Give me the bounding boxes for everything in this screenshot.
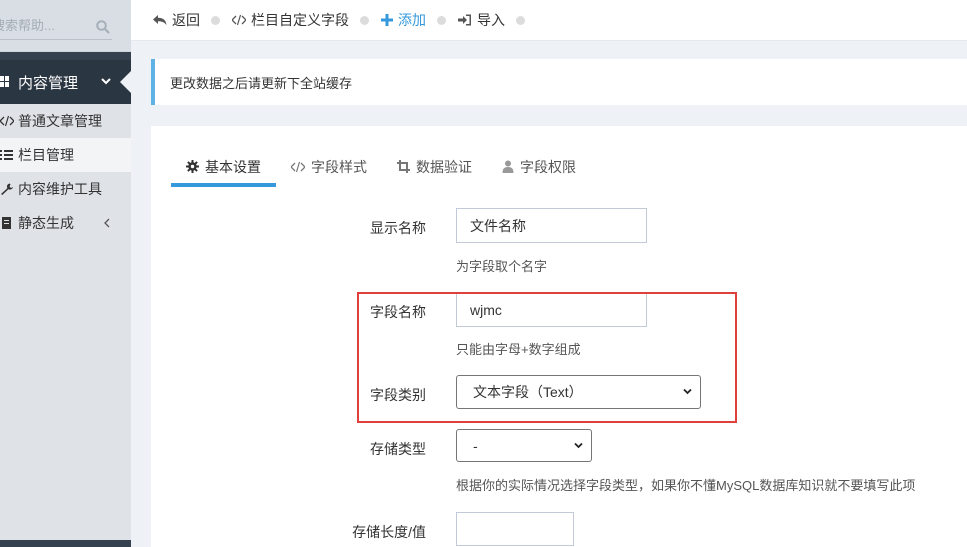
tab-data-validation[interactable]: 数据验证 [382, 146, 487, 187]
back-label: 返回 [172, 12, 200, 28]
tab-field-style[interactable]: 字段样式 [276, 146, 382, 187]
sidebar-item-articles[interactable]: 普通文章管理 [0, 104, 131, 138]
chevron-down-icon [574, 442, 583, 448]
toolbar: 返回 栏目自定义字段 添加 导入 [131, 0, 967, 41]
chevron-left-icon [104, 218, 110, 228]
gear-icon [186, 160, 199, 173]
sidebar-item-label: 普通文章管理 [18, 113, 102, 129]
sidebar-item-label: 栏目管理 [18, 147, 74, 163]
file-icon [2, 217, 11, 229]
storage-type-label: 存储类型 [370, 441, 426, 457]
sidebar-item-columns[interactable]: 栏目管理 [0, 138, 131, 172]
back-link[interactable]: 返回 [153, 10, 200, 30]
user-icon [502, 160, 514, 173]
tab-bar: 基本设置 字段样式 数据验证 字段权限 [171, 146, 591, 187]
custom-fields-label: 栏目自定义字段 [251, 12, 349, 28]
add-button[interactable]: 添加 [381, 10, 426, 30]
sidebar-item-maintenance[interactable]: 内容维护工具 [0, 172, 131, 206]
wrench-icon [1, 183, 13, 195]
tab-label: 字段权限 [520, 158, 576, 175]
display-name-help: 为字段取个名字 [456, 259, 548, 274]
import-label: 导入 [477, 12, 505, 28]
chevron-down-icon [101, 78, 111, 85]
code-icon [0, 115, 14, 127]
storage-length-input[interactable] [456, 512, 574, 546]
cache-notice: 更改数据之后请更新下全站缓存 [151, 59, 967, 105]
tab-label: 数据验证 [416, 158, 472, 175]
tab-field-permission[interactable]: 字段权限 [487, 146, 591, 187]
tab-basic-settings[interactable]: 基本设置 [171, 146, 276, 187]
separator-dot [211, 15, 220, 25]
separator-dot [516, 15, 525, 25]
highlight-box [357, 292, 737, 423]
plus-icon [381, 14, 393, 26]
notice-text: 更改数据之后请更新下全站缓存 [170, 75, 353, 91]
menu-content-management[interactable]: 内容管理 [0, 60, 131, 104]
storage-length-label: 存储长度/值 [352, 524, 426, 540]
storage-type-help: 根据你的实际情况选择字段类型，如果你不懂MySQL数据库知识就不要填写此项 [456, 478, 916, 493]
separator-dot [360, 15, 369, 25]
display-name-input[interactable]: 文件名称 [456, 208, 647, 243]
crop-icon [397, 160, 410, 173]
code-icon [291, 161, 305, 172]
code-icon [232, 14, 246, 26]
submenu: 普通文章管理 栏目管理 内容维护工具 静态生成 [0, 104, 131, 240]
storage-type-select[interactable]: - [456, 429, 592, 462]
active-notch [120, 71, 131, 93]
display-name-label: 显示名称 [370, 220, 426, 236]
separator-dot [437, 15, 446, 25]
import-button[interactable]: 导入 [458, 10, 505, 30]
grid-icon [0, 76, 9, 87]
menu-label: 内容管理 [18, 74, 79, 92]
reply-icon [153, 15, 167, 25]
add-label: 添加 [398, 12, 426, 28]
tab-label: 字段样式 [311, 158, 367, 175]
sidebar-item-label: 内容维护工具 [18, 181, 102, 197]
storage-type-value: - [473, 437, 478, 454]
list-icon [0, 150, 13, 160]
sidebar-item-label: 静态生成 [18, 215, 74, 231]
sidebar-filler [0, 240, 131, 540]
tab-label: 基本设置 [205, 158, 261, 175]
sidebar-search [0, 0, 131, 52]
form-panel: 基本设置 字段样式 数据验证 字段权限 显示名称 文件名称 为字段取个名字 字段… [151, 126, 967, 547]
display-name-value: 文件名称 [470, 217, 526, 234]
sidebar: 内容管理 普通文章管理 栏目管理 内容维护工具 静态生成 [0, 0, 131, 547]
search-icon[interactable] [96, 20, 110, 34]
sign-in-icon [458, 14, 471, 26]
custom-fields-link[interactable]: 栏目自定义字段 [232, 10, 349, 30]
sidebar-item-static[interactable]: 静态生成 [0, 206, 131, 240]
